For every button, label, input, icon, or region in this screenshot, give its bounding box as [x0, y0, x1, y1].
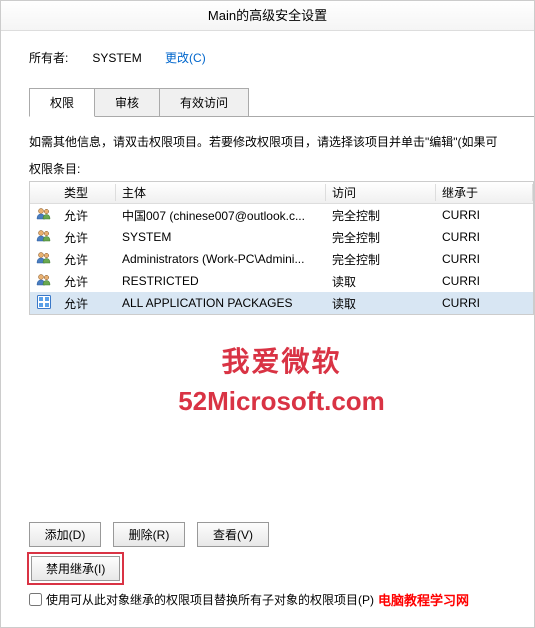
tab-audit[interactable]: 审核 [94, 88, 160, 117]
remove-button[interactable]: 删除(R) [113, 522, 185, 547]
add-button[interactable]: 添加(D) [29, 522, 101, 547]
col-principal-header[interactable]: 主体 [116, 184, 326, 201]
entries-label: 权限条目: [29, 160, 534, 177]
highlighted-button-box: 禁用继承(I) [27, 552, 124, 585]
watermark-line1: 我爱微软 [29, 340, 534, 380]
owner-label: 所有者: [29, 49, 89, 66]
cell-type: 允许 [58, 273, 116, 290]
grid-body: 允许中国007 (chinese007@outlook.c...完全控制CURR… [30, 204, 533, 314]
tab-permissions[interactable]: 权限 [29, 88, 95, 117]
cell-type: 允许 [58, 295, 116, 312]
table-row[interactable]: 允许Administrators (Work-PC\Admini...完全控制C… [30, 248, 533, 270]
cell-principal: ALL APPLICATION PACKAGES [116, 296, 326, 310]
cell-type: 允许 [58, 229, 116, 246]
table-row[interactable]: 允许RESTRICTED读取CURRI [30, 270, 533, 292]
view-button[interactable]: 查看(V) [197, 522, 269, 547]
info-text: 如需其他信息，请双击权限项目。若要修改权限项目，请选择该项目并单击"编辑"(如果… [29, 133, 534, 150]
disable-inheritance-button[interactable]: 禁用继承(I) [31, 556, 120, 581]
owner-value: SYSTEM [92, 51, 141, 65]
main-content: 所有者: SYSTEM 更改(C) 权限 审核 有效访问 如需其他信息，请双击权… [1, 31, 534, 417]
watermark: 我爱微软 52Microsoft.com [29, 340, 534, 417]
cell-principal: 中国007 (chinese007@outlook.c... [116, 207, 326, 224]
cell-type: 允许 [58, 207, 116, 224]
cell-access: 完全控制 [326, 207, 436, 224]
package-icon [30, 294, 58, 313]
users-icon [30, 272, 58, 291]
replace-children-label: 使用可从此对象继承的权限项目替换所有子对象的权限项目(P) [46, 591, 374, 608]
users-icon [30, 206, 58, 225]
table-row[interactable]: 允许SYSTEM完全控制CURRI [30, 226, 533, 248]
cell-access: 完全控制 [326, 229, 436, 246]
cell-type: 允许 [58, 251, 116, 268]
grid-header: 类型 主体 访问 继承于 [30, 182, 533, 204]
replace-children-row: 使用可从此对象继承的权限项目替换所有子对象的权限项目(P) 电脑教程学习网 [29, 590, 469, 609]
table-row[interactable]: 允许ALL APPLICATION PACKAGES读取CURRI [30, 292, 533, 314]
cell-access: 读取 [326, 273, 436, 290]
cell-inherit: CURRI [436, 252, 533, 266]
cell-inherit: CURRI [436, 208, 533, 222]
watermark-line2: 52Microsoft.com [29, 386, 534, 417]
cell-inherit: CURRI [436, 274, 533, 288]
owner-row: 所有者: SYSTEM 更改(C) [29, 49, 534, 66]
cell-access: 完全控制 [326, 251, 436, 268]
red-annotation: 电脑教程学习网 [378, 590, 469, 609]
change-owner-link[interactable]: 更改(C) [165, 51, 206, 65]
window-title: Main的高级安全设置 [1, 1, 534, 31]
permissions-grid: 类型 主体 访问 继承于 允许中国007 (chinese007@outlook… [29, 181, 534, 315]
users-icon [30, 228, 58, 247]
cell-inherit: CURRI [436, 230, 533, 244]
col-inherit-header[interactable]: 继承于 [436, 184, 533, 201]
cell-inherit: CURRI [436, 296, 533, 310]
cell-principal: RESTRICTED [116, 274, 326, 288]
table-row[interactable]: 允许中国007 (chinese007@outlook.c...完全控制CURR… [30, 204, 533, 226]
replace-children-checkbox[interactable] [29, 593, 42, 606]
tabs-bar: 权限 审核 有效访问 [29, 88, 534, 117]
buttons-row: 添加(D) 删除(R) 查看(V) [29, 522, 269, 547]
users-icon [30, 250, 58, 269]
col-type-header[interactable]: 类型 [58, 184, 116, 201]
tab-effective[interactable]: 有效访问 [159, 88, 249, 117]
cell-access: 读取 [326, 295, 436, 312]
cell-principal: Administrators (Work-PC\Admini... [116, 252, 326, 266]
tab-underline [29, 116, 534, 117]
cell-principal: SYSTEM [116, 230, 326, 244]
col-access-header[interactable]: 访问 [326, 184, 436, 201]
